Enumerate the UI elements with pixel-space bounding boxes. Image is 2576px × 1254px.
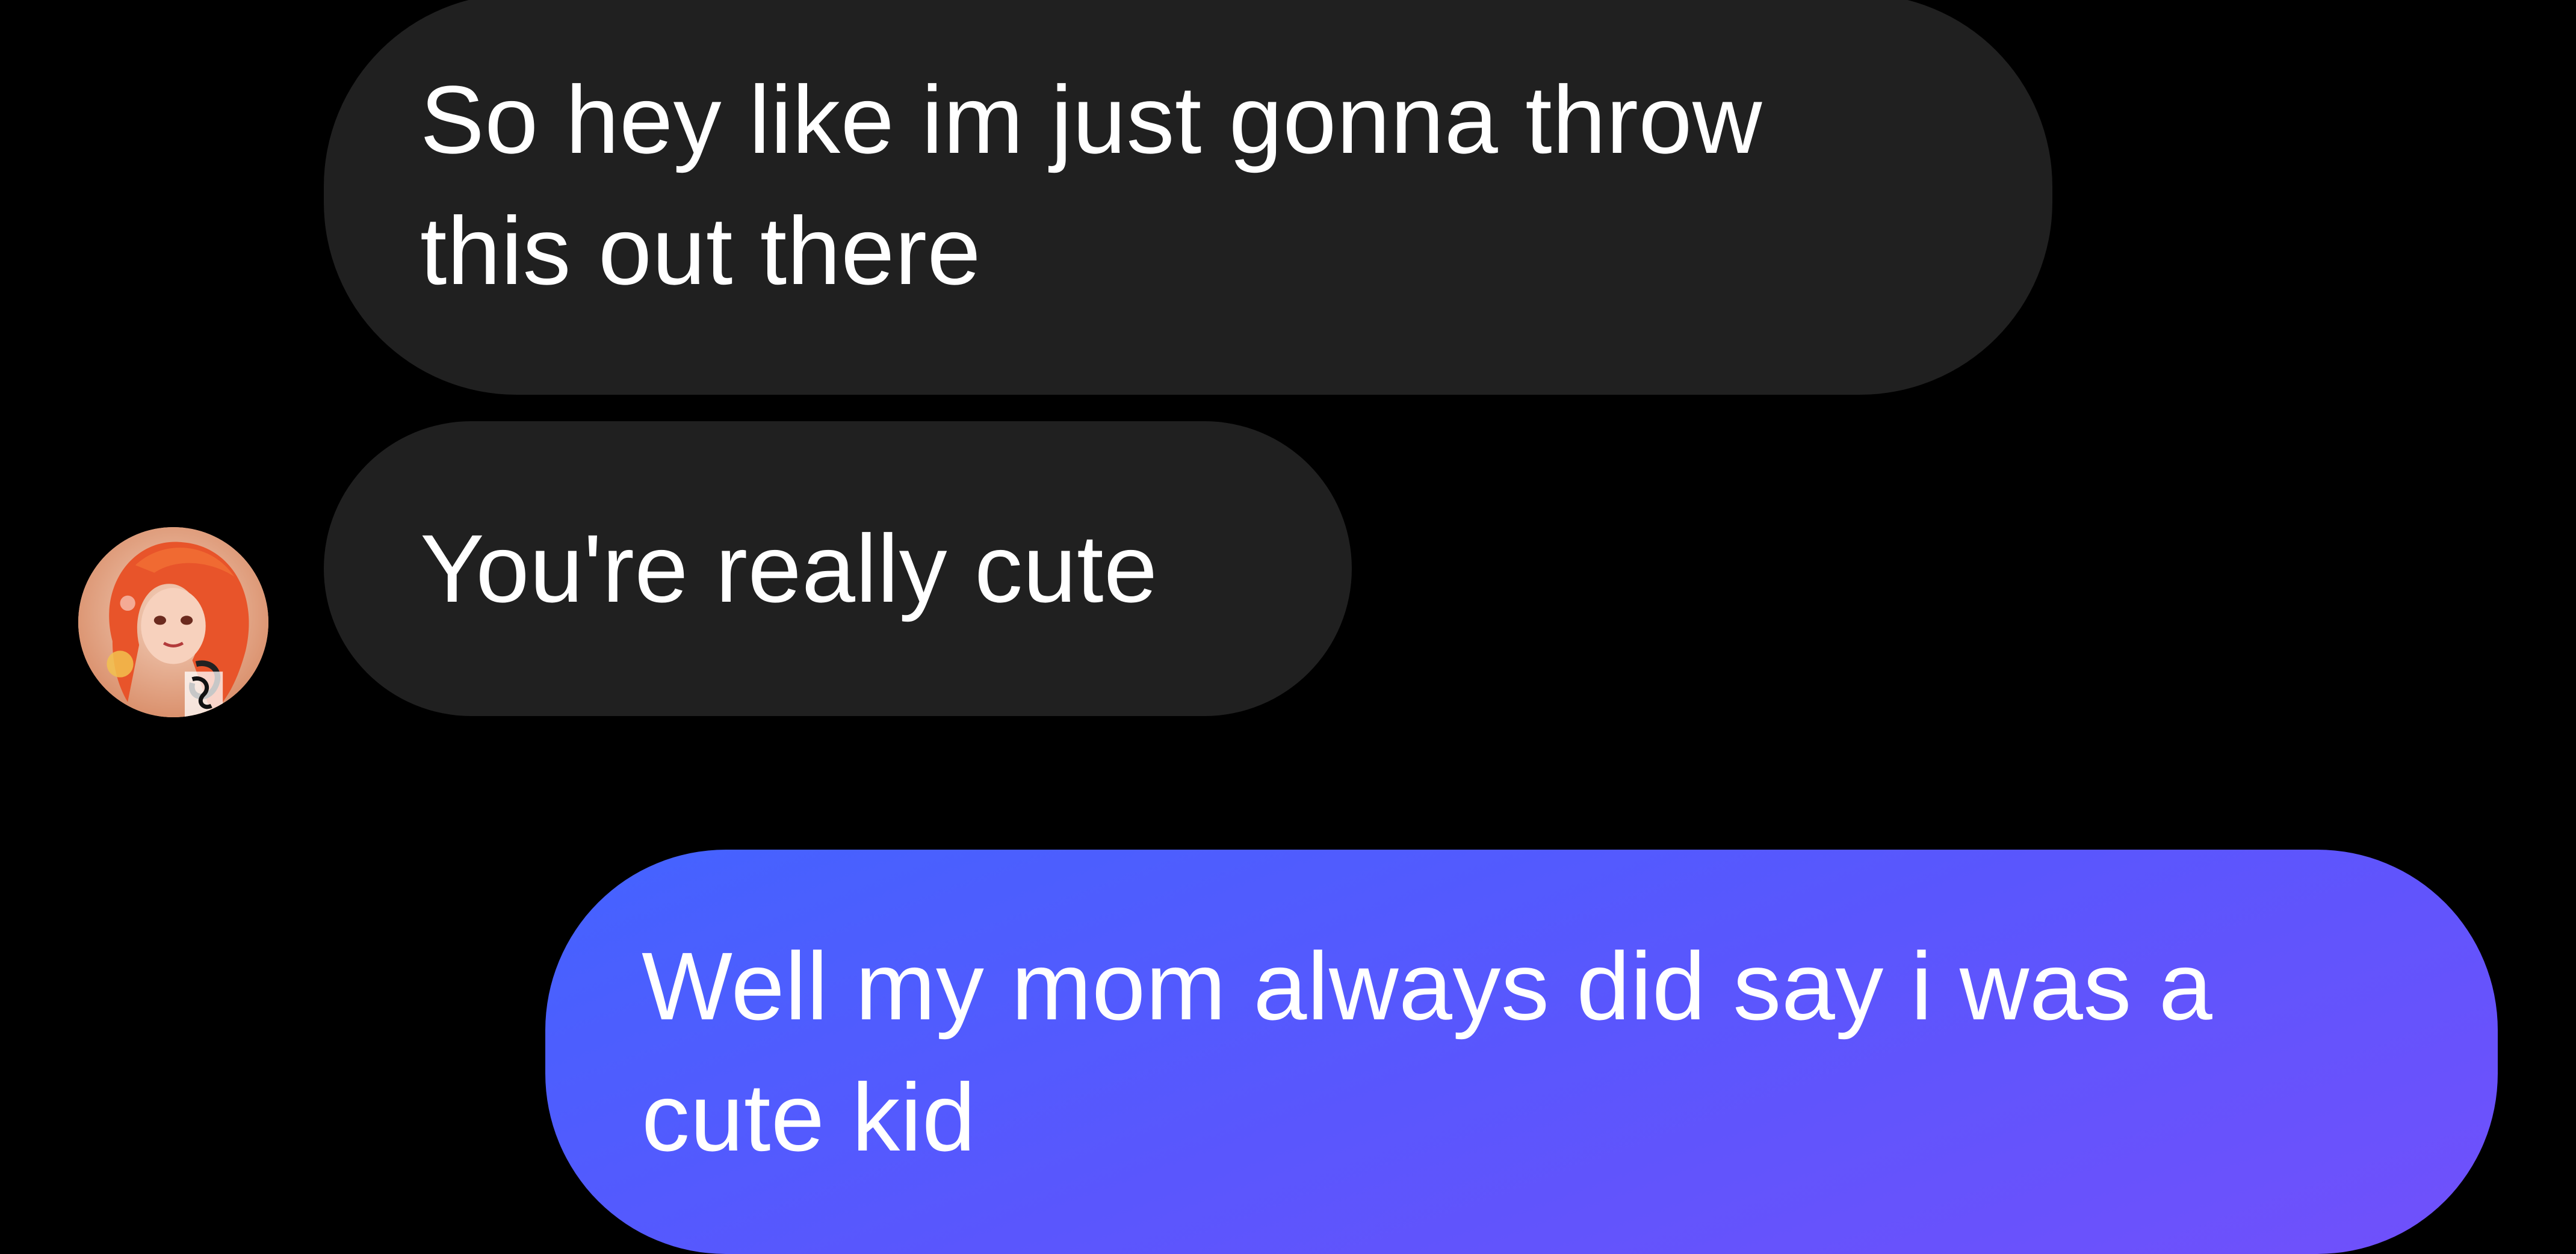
message-text-line: So hey like im just gonna throw	[420, 66, 1762, 173]
contact-avatar[interactable]	[78, 527, 268, 717]
outgoing-message-bubble[interactable]: Well my mom always did say i was a cute …	[545, 850, 2498, 1254]
message-text-line: cute kid	[642, 1063, 976, 1171]
incoming-message-bubble[interactable]: So hey like im just gonna throw this out…	[324, 0, 2052, 395]
message-text-line: this out there	[420, 197, 981, 304]
incoming-message-bubble[interactable]: You're really cute	[324, 421, 1352, 716]
message-text-line: Well my mom always did say i was a	[642, 932, 2213, 1040]
contact-avatar-icon	[78, 527, 268, 717]
message-text-line: You're really cute	[420, 514, 1158, 622]
